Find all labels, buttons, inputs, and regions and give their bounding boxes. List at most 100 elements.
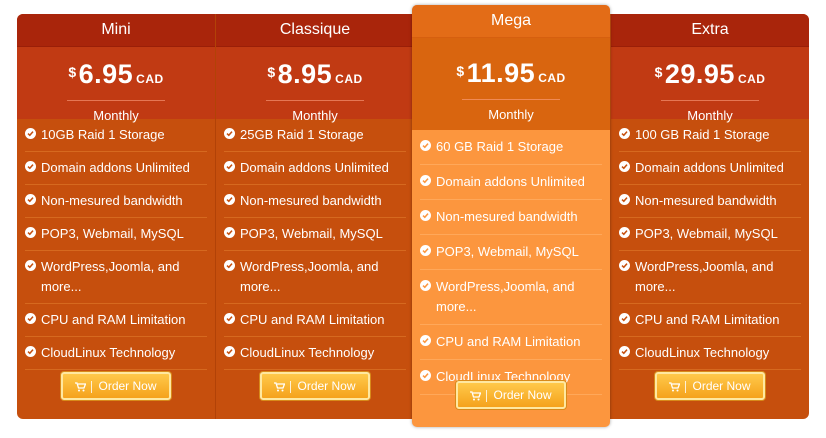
plan-card-classique: Classique $8.95 CAD Monthly 25GB Raid 1 S… — [215, 14, 414, 419]
plan-name: Extra — [611, 14, 809, 47]
order-wrap: Order Now — [412, 381, 610, 409]
order-now-button[interactable]: Order Now — [260, 372, 370, 400]
order-wrap: Order Now — [216, 372, 414, 400]
order-now-button[interactable]: Order Now — [456, 381, 566, 409]
price-value: 6.95 — [78, 59, 134, 89]
price-box: $8.95 CAD Monthly — [216, 47, 414, 123]
feature-item: WordPress,Joomla, and more... — [619, 251, 801, 304]
feature-item: Domain addons Unlimited — [619, 152, 801, 185]
currency-symbol: $ — [654, 64, 663, 80]
feature-item: Non-mesured bandwidth — [619, 185, 801, 218]
divider — [67, 100, 165, 101]
check-circle-icon — [25, 260, 36, 271]
currency-code: CAD — [136, 72, 164, 86]
plan-card-mini: Mini $6.95 CAD Monthly 10GB Raid 1 Storag… — [17, 14, 215, 419]
cart-icon — [470, 391, 482, 401]
feature-item: CPU and RAM Limitation — [224, 304, 406, 337]
feature-item: WordPress,Joomla, and more... — [420, 270, 602, 325]
feature-list: 100 GB Raid 1 Storage Domain addons Unli… — [611, 119, 809, 370]
feature-item: CloudLinux Technology — [224, 337, 406, 370]
price-value: 8.95 — [277, 59, 333, 89]
feature-item: CPU and RAM Limitation — [619, 304, 801, 337]
currency-symbol: $ — [456, 63, 465, 79]
billing-period: Monthly — [488, 107, 534, 122]
check-circle-icon — [25, 227, 36, 238]
check-circle-icon — [420, 280, 431, 291]
plan-name: Mini — [17, 14, 215, 47]
check-circle-icon — [619, 161, 630, 172]
feature-item: Domain addons Unlimited — [25, 152, 207, 185]
check-circle-icon — [420, 175, 431, 186]
check-circle-icon — [224, 260, 235, 271]
feature-list: 60 GB Raid 1 Storage Domain addons Unlim… — [412, 130, 610, 395]
plan-name: Mega — [412, 5, 610, 38]
check-circle-icon — [25, 194, 36, 205]
order-now-button[interactable]: Order Now — [655, 372, 765, 400]
check-circle-icon — [619, 227, 630, 238]
order-wrap: Order Now — [611, 372, 809, 400]
feature-item: WordPress,Joomla, and more... — [25, 251, 207, 304]
button-separator — [91, 380, 93, 393]
feature-item: POP3, Webmail, MySQL — [25, 218, 207, 251]
feature-item: WordPress,Joomla, and more... — [224, 251, 406, 304]
button-separator — [685, 380, 687, 393]
divider — [661, 100, 759, 101]
feature-list: 25GB Raid 1 Storage Domain addons Unlimi… — [216, 119, 414, 370]
plan-price: $8.95 CAD — [216, 47, 414, 94]
feature-item: Domain addons Unlimited — [224, 152, 406, 185]
check-circle-icon — [224, 161, 235, 172]
feature-item: CPU and RAM Limitation — [25, 304, 207, 337]
check-circle-icon — [420, 140, 431, 151]
currency-symbol: $ — [267, 64, 276, 80]
check-circle-icon — [25, 346, 36, 357]
currency-code: CAD — [538, 71, 566, 85]
cart-icon — [75, 382, 87, 392]
feature-item: Non-mesured bandwidth — [25, 185, 207, 218]
plan-card-extra: Extra $29.95 CAD Monthly 100 GB Raid 1 St… — [611, 14, 809, 419]
check-circle-icon — [420, 335, 431, 346]
check-circle-icon — [420, 370, 431, 381]
feature-item: POP3, Webmail, MySQL — [224, 218, 406, 251]
button-separator — [290, 380, 292, 393]
feature-item: CPU and RAM Limitation — [420, 325, 602, 360]
plan-card-mega-featured: Mega $11.95 CAD Monthly 60 GB Raid 1 Stor… — [412, 5, 610, 427]
check-circle-icon — [420, 210, 431, 221]
order-wrap: Order Now — [17, 372, 215, 400]
feature-item: 60 GB Raid 1 Storage — [420, 130, 602, 165]
feature-list: 10GB Raid 1 Storage Domain addons Unlimi… — [17, 119, 215, 370]
check-circle-icon — [619, 346, 630, 357]
feature-item: 25GB Raid 1 Storage — [224, 119, 406, 152]
check-circle-icon — [25, 313, 36, 324]
cart-icon — [274, 382, 286, 392]
button-separator — [486, 389, 488, 402]
currency-code: CAD — [737, 72, 766, 86]
feature-item: POP3, Webmail, MySQL — [619, 218, 801, 251]
check-circle-icon — [224, 346, 235, 357]
check-circle-icon — [619, 128, 630, 139]
feature-item: 10GB Raid 1 Storage — [25, 119, 207, 152]
check-circle-icon — [619, 313, 630, 324]
feature-item: 100 GB Raid 1 Storage — [619, 119, 801, 152]
feature-item: CloudLinux Technology — [619, 337, 801, 370]
check-circle-icon — [420, 245, 431, 256]
divider — [462, 99, 560, 100]
price-box: $6.95 CAD Monthly — [17, 47, 215, 123]
currency-symbol: $ — [68, 64, 77, 80]
plan-price: $11.95 CAD — [412, 38, 610, 93]
feature-item: Non-mesured bandwidth — [420, 200, 602, 235]
check-circle-icon — [224, 227, 235, 238]
feature-item: POP3, Webmail, MySQL — [420, 235, 602, 270]
feature-item: Domain addons Unlimited — [420, 165, 602, 200]
check-circle-icon — [619, 260, 630, 271]
check-circle-icon — [224, 313, 235, 324]
cart-icon — [669, 382, 681, 392]
price-box: $29.95 CAD Monthly — [611, 47, 809, 123]
feature-item: CloudLinux Technology — [25, 337, 207, 370]
check-circle-icon — [224, 194, 235, 205]
plan-name: Classique — [216, 14, 414, 47]
plan-price: $29.95 CAD — [611, 47, 809, 94]
divider — [266, 100, 364, 101]
feature-item: Non-mesured bandwidth — [224, 185, 406, 218]
order-now-button[interactable]: Order Now — [61, 372, 171, 400]
price-box: $11.95 CAD Monthly — [412, 38, 610, 130]
